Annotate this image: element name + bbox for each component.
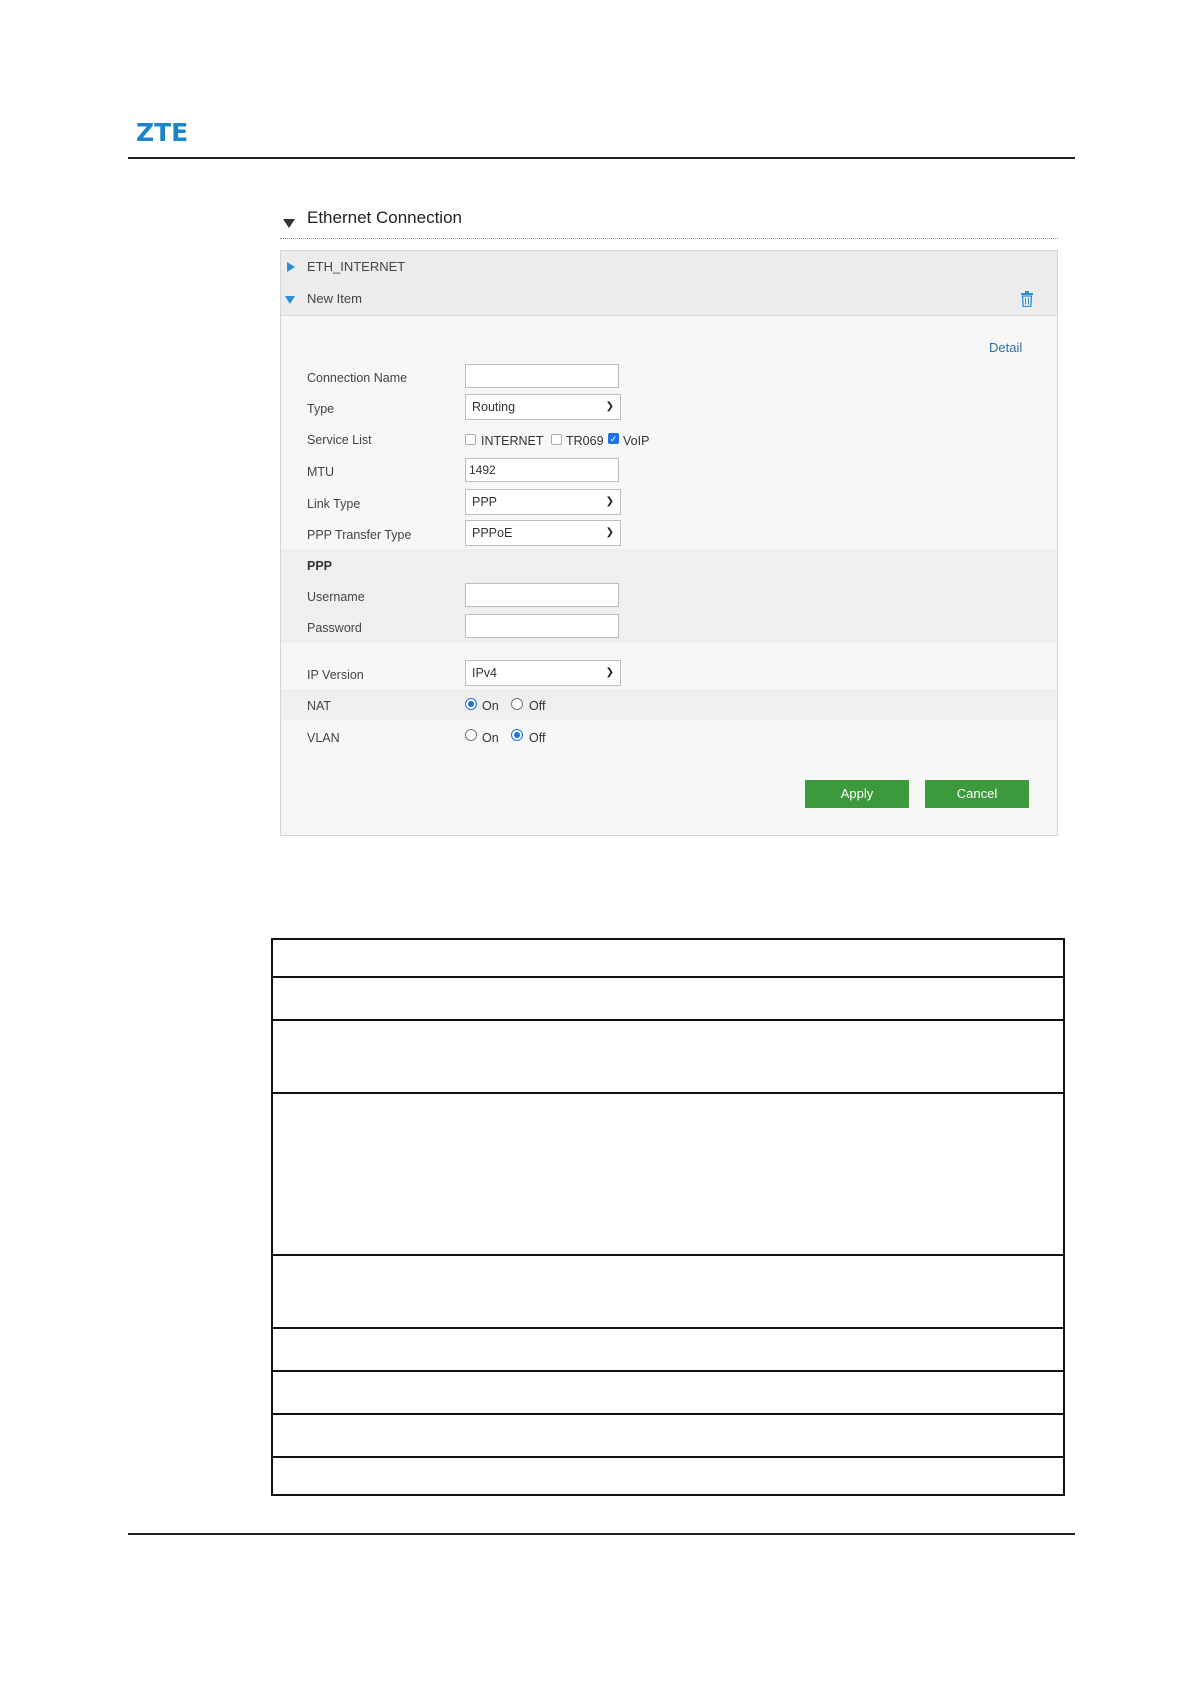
chevron-down-icon: ❯	[605, 496, 614, 507]
link-type-value: PPP	[472, 495, 498, 509]
table-row	[271, 1413, 1065, 1458]
table-cell	[271, 1370, 1065, 1415]
vlan-on-label: On	[482, 731, 499, 745]
zte-logo: ZTE	[136, 118, 189, 147]
table-row	[271, 1019, 1065, 1094]
voip-checkbox[interactable]: ✓	[608, 433, 619, 444]
table-cell	[271, 1456, 1065, 1496]
apply-button[interactable]: Apply	[805, 780, 909, 808]
vlan-label: VLAN	[307, 731, 340, 745]
chevron-down-icon: ❯	[605, 401, 614, 412]
internet-checkbox[interactable]	[465, 434, 476, 445]
tr069-option-label: TR069	[566, 434, 604, 448]
password-label: Password	[307, 621, 362, 635]
footer-rule	[128, 1533, 1075, 1535]
table-cell	[271, 1092, 1065, 1256]
table-cell	[271, 1413, 1065, 1458]
table-row	[271, 1092, 1065, 1256]
nat-off-radio[interactable]	[511, 698, 523, 710]
table-row	[271, 1456, 1065, 1496]
list-item-new-item[interactable]: New Item	[281, 283, 1057, 316]
table-cell	[271, 1019, 1065, 1094]
ppp-section-band	[281, 549, 1057, 643]
chevron-down-icon: ❯	[605, 667, 614, 678]
item-label: ETH_INTERNET	[307, 259, 406, 274]
service-list-label: Service List	[307, 433, 372, 447]
username-input[interactable]	[465, 583, 619, 607]
section-header[interactable]: Ethernet Connection	[280, 204, 1058, 239]
section-title: Ethernet Connection	[307, 208, 462, 227]
ip-version-select[interactable]: IPv4 ❯	[465, 660, 621, 686]
collapse-arrow-icon	[285, 296, 295, 304]
table-row	[271, 938, 1065, 978]
vlan-off-label: Off	[529, 731, 546, 745]
vlan-off-radio[interactable]	[511, 729, 523, 741]
table-cell	[271, 938, 1065, 978]
tr069-checkbox[interactable]	[551, 434, 562, 445]
vlan-on-radio[interactable]	[465, 729, 477, 741]
ppp-transfer-type-select[interactable]: PPPoE ❯	[465, 520, 621, 546]
table-cell	[271, 1254, 1065, 1329]
voip-option-label: VoIP	[623, 434, 650, 448]
ppp-transfer-type-value: PPPoE	[472, 526, 513, 540]
type-select[interactable]: Routing ❯	[465, 394, 621, 420]
list-item-eth-internet[interactable]: ETH_INTERNET	[281, 251, 1057, 284]
cancel-button[interactable]: Cancel	[925, 780, 1029, 808]
expand-arrow-icon	[287, 262, 295, 272]
link-type-label: Link Type	[307, 497, 361, 511]
nat-on-label: On	[482, 699, 499, 713]
connection-panel: ETH_INTERNET New Item Detail Connection …	[280, 250, 1058, 836]
trash-icon[interactable]	[1021, 291, 1033, 307]
mtu-input[interactable]: 1492	[465, 458, 619, 482]
ip-version-value: IPv4	[472, 666, 498, 680]
chevron-down-icon: ❯	[605, 527, 614, 538]
ppp-heading: PPP	[307, 559, 333, 573]
item-label: New Item	[307, 291, 362, 306]
collapse-triangle-icon	[283, 219, 295, 228]
type-value: Routing	[472, 400, 516, 414]
type-label: Type	[307, 402, 335, 416]
link-type-select[interactable]: PPP ❯	[465, 489, 621, 515]
connection-name-label: Connection Name	[307, 371, 408, 385]
table-row	[271, 1327, 1065, 1372]
table-row	[271, 1370, 1065, 1415]
ppp-transfer-type-label: PPP Transfer Type	[307, 528, 412, 542]
nat-off-label: Off	[529, 699, 546, 713]
table-row	[271, 976, 1065, 1021]
internet-option-label: INTERNET	[481, 434, 544, 448]
table-cell	[271, 1327, 1065, 1372]
mtu-label: MTU	[307, 465, 335, 479]
detail-link[interactable]: Detail	[989, 340, 1022, 355]
username-label: Username	[307, 590, 365, 604]
nat-band	[281, 689, 1057, 720]
password-input[interactable]	[465, 614, 619, 638]
table-cell	[271, 976, 1065, 1021]
nat-on-radio[interactable]	[465, 698, 477, 710]
table-row	[271, 1254, 1065, 1329]
nat-label: NAT	[307, 699, 332, 713]
ip-version-label: IP Version	[307, 668, 364, 682]
connection-name-input[interactable]	[465, 364, 619, 388]
empty-parameter-table	[271, 938, 1065, 1496]
header-rule	[128, 157, 1075, 159]
